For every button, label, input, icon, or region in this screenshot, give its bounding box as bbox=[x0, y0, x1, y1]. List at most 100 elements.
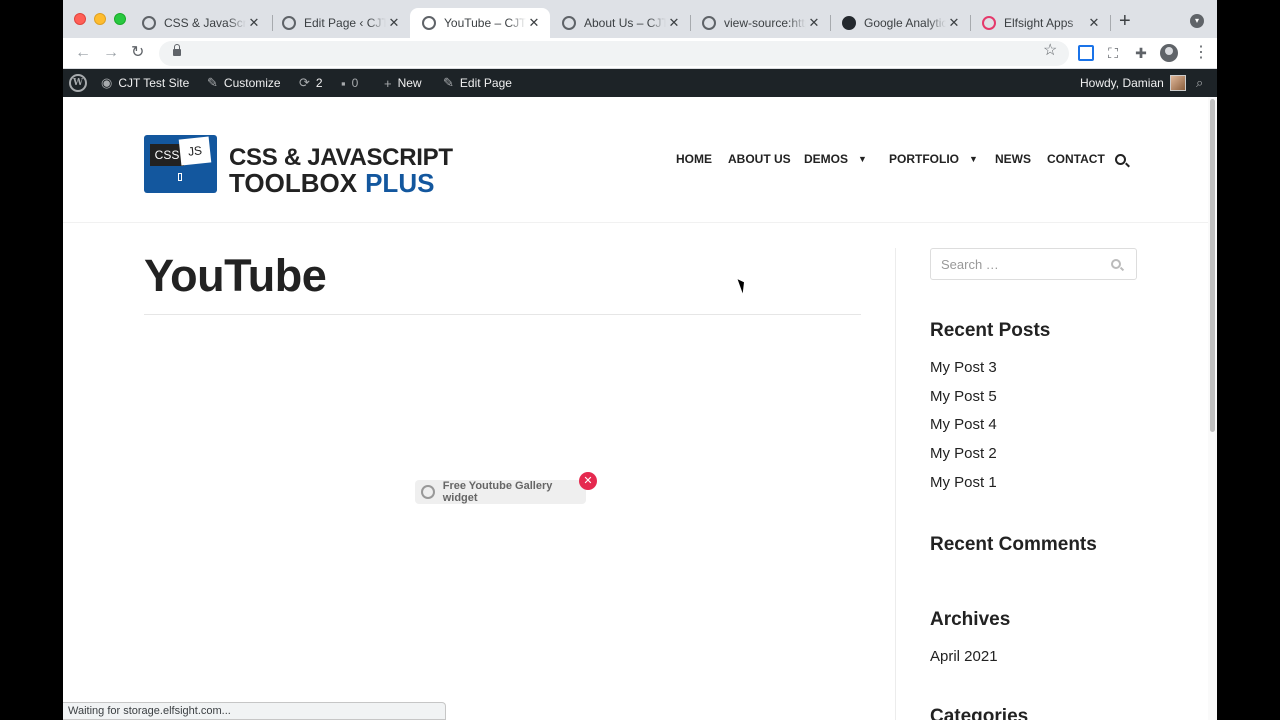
reload-icon[interactable]: ↻ bbox=[131, 43, 144, 63]
close-icon[interactable]: ✕ bbox=[946, 15, 962, 31]
close-icon[interactable]: ✕ bbox=[666, 15, 682, 31]
recent-post-link[interactable]: My Post 5 bbox=[930, 388, 997, 405]
new-label: New bbox=[397, 76, 422, 90]
tab-title: view-source:https:// bbox=[724, 16, 806, 30]
customize-link[interactable]: ✎ Customize bbox=[207, 69, 281, 97]
tab-view-source[interactable]: view-source:https:// ✕ bbox=[690, 8, 830, 38]
tab-about-us[interactable]: About Us – CJT Test Site ✕ bbox=[550, 8, 690, 38]
screenshot-icon[interactable]: ⛶ bbox=[1105, 45, 1121, 61]
globe-icon bbox=[422, 16, 436, 30]
address-bar[interactable] bbox=[159, 41, 1069, 66]
profile-avatar-icon[interactable] bbox=[1160, 44, 1178, 62]
recent-post-link[interactable]: My Post 2 bbox=[930, 445, 997, 462]
recent-post-link[interactable]: My Post 4 bbox=[930, 416, 997, 433]
globe-icon bbox=[562, 16, 576, 30]
sidebar-search-form bbox=[930, 248, 1137, 280]
maximize-window-button[interactable] bbox=[114, 13, 126, 25]
screen-recorder-icon[interactable] bbox=[1078, 45, 1094, 61]
title-divider bbox=[144, 314, 861, 315]
wordpress-logo-icon: W bbox=[69, 74, 87, 92]
bookmark-star-icon[interactable]: ☆ bbox=[1043, 40, 1057, 60]
globe-icon bbox=[702, 16, 716, 30]
new-content-link[interactable]: + New bbox=[384, 69, 422, 97]
dashboard-icon: ◉ bbox=[101, 75, 113, 90]
tab-css-javascript-toolbox[interactable]: CSS & JavaScript Toolbox ✕ bbox=[130, 8, 270, 38]
new-tab-button[interactable]: + bbox=[1119, 11, 1131, 31]
mouse-cursor bbox=[737, 277, 748, 294]
tab-title: About Us – CJT Test Site bbox=[584, 16, 666, 30]
logo-slot bbox=[178, 173, 182, 181]
site-name-link[interactable]: ◉ CJT Test Site bbox=[101, 69, 189, 97]
github-icon bbox=[842, 16, 856, 30]
nav-home-label: HOME bbox=[676, 152, 712, 166]
admin-search-button[interactable]: ⌕ bbox=[1196, 69, 1203, 97]
close-icon[interactable]: ✕ bbox=[806, 15, 822, 31]
tab-edit-page[interactable]: Edit Page ‹ CJT Test Site ✕ bbox=[270, 8, 410, 38]
elfsight-icon bbox=[982, 16, 996, 30]
nav-contact-label: CONTACT bbox=[1047, 152, 1105, 166]
howdy-label: Howdy, Damian bbox=[1080, 76, 1164, 90]
scrollbar-thumb[interactable] bbox=[1210, 99, 1215, 432]
extensions-puzzle-icon[interactable]: ✚ bbox=[1133, 45, 1149, 61]
archive-link[interactable]: April 2021 bbox=[930, 648, 998, 665]
sidebar-divider bbox=[895, 248, 896, 720]
nav-news[interactable]: NEWS bbox=[995, 152, 1031, 166]
back-icon[interactable]: ← bbox=[75, 43, 91, 63]
tab-title: Google Analytics bbox=[864, 16, 946, 30]
search-icon[interactable] bbox=[1111, 259, 1121, 269]
edit-page-label: Edit Page bbox=[459, 76, 512, 90]
recent-post-link[interactable]: My Post 3 bbox=[930, 359, 997, 376]
wp-logo-button[interactable]: W bbox=[69, 69, 87, 97]
close-icon[interactable]: ✕ bbox=[526, 15, 542, 31]
page-title: YouTube bbox=[144, 250, 327, 301]
nav-demos-label: DEMOS bbox=[804, 152, 849, 166]
chevron-down-icon: ▼ bbox=[969, 154, 978, 164]
tab-youtube[interactable]: YouTube – CJT Test Site ✕ bbox=[410, 8, 550, 38]
search-icon[interactable] bbox=[1115, 154, 1126, 165]
search-icon: ⌕ bbox=[1196, 75, 1204, 90]
globe-icon bbox=[142, 16, 156, 30]
nav-about-us[interactable]: ABOUT US bbox=[728, 152, 791, 166]
elfsight-icon bbox=[421, 485, 435, 499]
brush-icon: ✎ bbox=[207, 75, 218, 90]
tab-title: Elfsight Apps bbox=[1004, 16, 1074, 30]
tab-separator bbox=[1110, 15, 1111, 31]
comments-count: 0 bbox=[351, 76, 359, 90]
edit-page-link[interactable]: ✎ Edit Page bbox=[443, 69, 512, 97]
sidebar-search-input[interactable] bbox=[941, 256, 1101, 272]
tab-google-analytics[interactable]: Google Analytics ✕ bbox=[830, 8, 970, 38]
close-icon[interactable]: ✕ bbox=[246, 15, 262, 31]
chevron-down-icon: ▼ bbox=[858, 154, 867, 164]
main-navigation: HOME ABOUT US DEMOS ▼ PORTFOLIO ▼ NEWS C… bbox=[63, 152, 1208, 172]
nav-home[interactable]: HOME bbox=[676, 152, 712, 166]
minimize-window-button[interactable] bbox=[94, 13, 106, 25]
widget-badge-label: Free Youtube Gallery widget bbox=[442, 480, 553, 504]
recent-post-link[interactable]: My Post 1 bbox=[930, 474, 997, 491]
globe-icon bbox=[282, 16, 296, 30]
tab-search-icon[interactable]: ▾ bbox=[1190, 14, 1204, 28]
logo-text-line2[interactable]: TOOLBOX PLUS bbox=[229, 168, 434, 199]
updates-link[interactable]: ⟳ 2 bbox=[299, 69, 323, 97]
close-icon[interactable]: ✕ bbox=[386, 15, 402, 31]
page-scrollbar[interactable] bbox=[1208, 97, 1217, 720]
archives-title: Archives bbox=[930, 609, 1011, 630]
nav-portfolio[interactable]: PORTFOLIO ▼ bbox=[889, 152, 978, 166]
site-name-label: CJT Test Site bbox=[118, 76, 190, 90]
updates-icon: ⟳ bbox=[299, 75, 310, 90]
youtube-gallery-widget-badge[interactable]: Free Youtube Gallery widget bbox=[415, 480, 586, 504]
forward-icon[interactable]: → bbox=[103, 43, 119, 63]
menu-kebab-icon[interactable]: ⋮ bbox=[1193, 44, 1209, 62]
tab-elfsight-apps[interactable]: Elfsight Apps ✕ bbox=[970, 8, 1110, 38]
browser-toolbar: ← → ↻ ☆ ⛶ ✚ ⋮ bbox=[63, 38, 1217, 69]
status-bar: Waiting for storage.elfsight.com... bbox=[63, 702, 446, 720]
tab-title: YouTube – CJT Test Site bbox=[444, 16, 526, 30]
close-window-button[interactable] bbox=[74, 13, 86, 25]
nav-demos[interactable]: DEMOS ▼ bbox=[804, 152, 867, 166]
nav-about-label: ABOUT US bbox=[728, 152, 791, 166]
close-icon[interactable]: ✕ bbox=[1086, 15, 1102, 31]
comments-link[interactable]: ▪ 0 bbox=[341, 69, 358, 97]
user-avatar bbox=[1169, 75, 1186, 91]
nav-contact[interactable]: CONTACT bbox=[1047, 152, 1105, 166]
close-icon[interactable]: ✕ bbox=[579, 472, 597, 490]
my-account-link[interactable]: Howdy, Damian bbox=[1080, 69, 1186, 97]
